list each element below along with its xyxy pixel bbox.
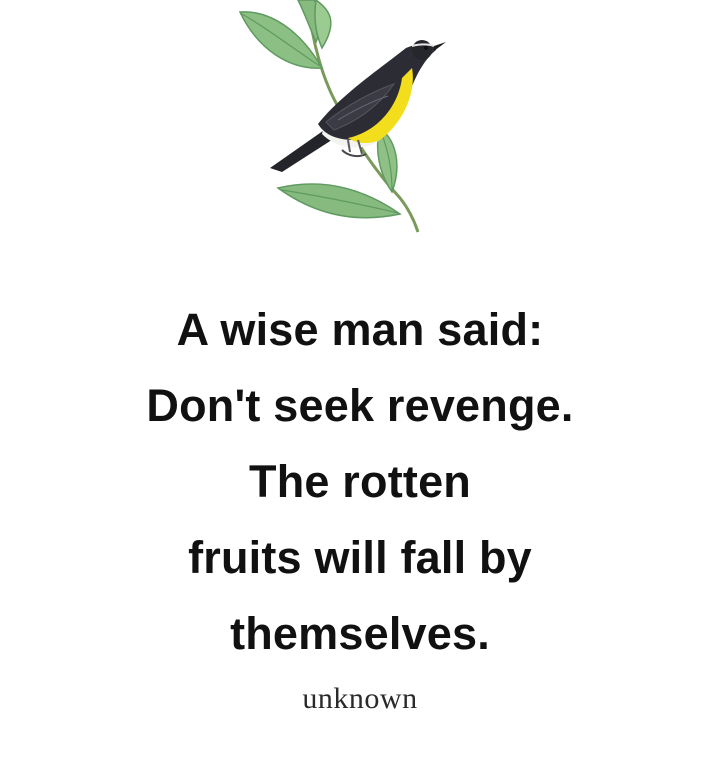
quote-line-4: fruits will fall by — [188, 532, 532, 583]
bird-beak — [434, 42, 446, 51]
quote-line-5: themselves. — [230, 608, 490, 659]
quote-line-3: The rotten — [249, 456, 471, 507]
quote-author: unknown — [302, 682, 418, 715]
bird-icon — [238, 0, 446, 233]
quote-text: A wise man said: Don't seek revenge. The… — [0, 292, 720, 672]
leaf-bottom — [276, 183, 402, 219]
bird-on-branch-illustration — [230, 0, 460, 240]
quote-line-1: A wise man said: — [176, 304, 544, 355]
quote-line-2: Don't seek revenge. — [146, 380, 574, 431]
